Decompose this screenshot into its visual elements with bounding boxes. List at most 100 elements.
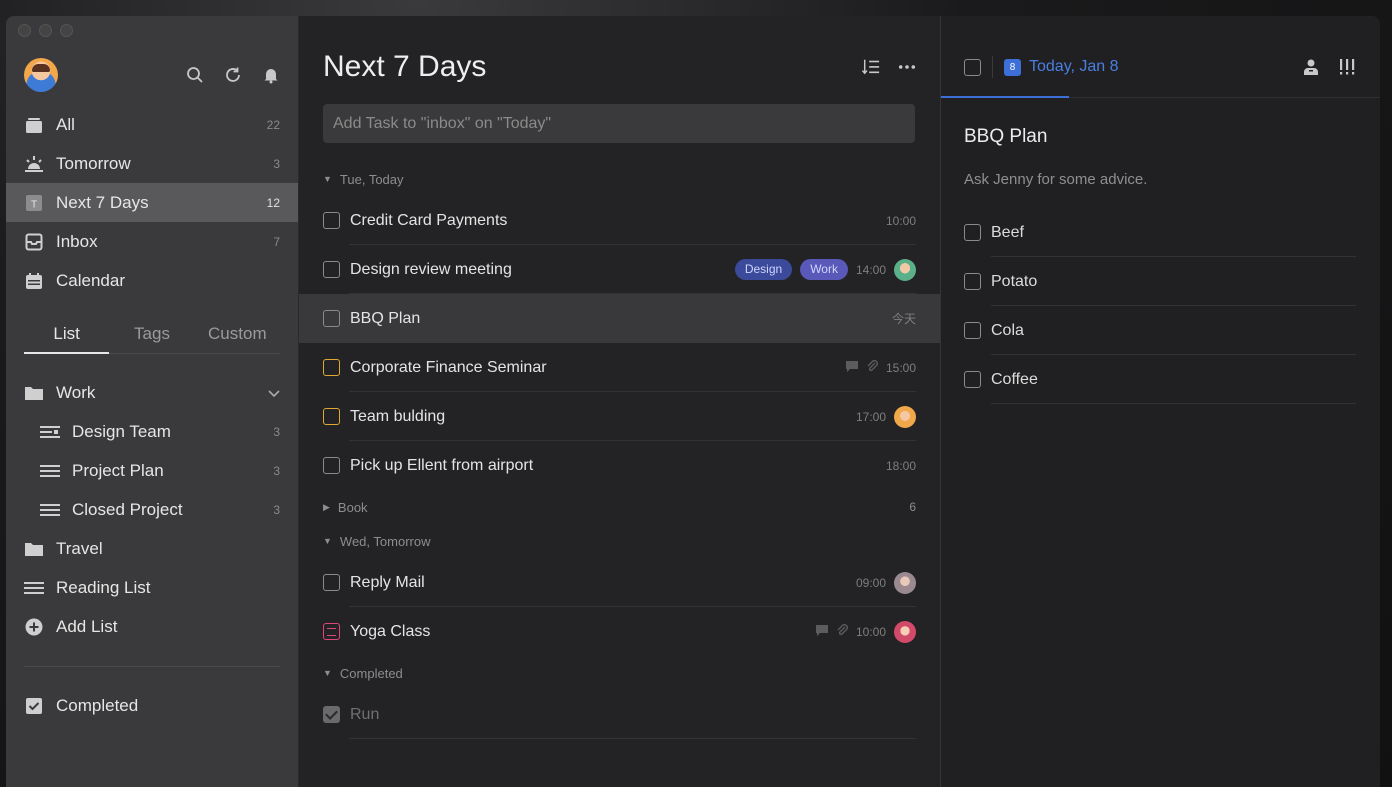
task-title: BBQ Plan	[350, 309, 421, 327]
tag-design[interactable]: Design	[734, 259, 793, 280]
bell-icon[interactable]	[262, 66, 280, 84]
task-row[interactable]: Credit Card Payments 10:00	[299, 196, 940, 245]
section-header-today[interactable]: ▼ Tue, Today	[299, 162, 940, 196]
sidebar-item-label: Inbox	[56, 231, 98, 251]
checklist-checkbox[interactable]	[964, 371, 981, 388]
task-row[interactable]: Yoga Class 10:00	[299, 607, 940, 656]
task-title: Yoga Class	[350, 622, 431, 640]
checklist-item[interactable]: Coffee	[964, 355, 1356, 404]
priority-icon[interactable]	[1338, 58, 1356, 76]
task-row[interactable]: Design review meeting Design Work 14:00	[299, 245, 940, 294]
close-window-button[interactable]	[18, 24, 31, 37]
item-count: 3	[273, 463, 280, 478]
divider	[991, 403, 1356, 404]
sidebar-item-closed-project[interactable]: Closed Project 3	[6, 490, 298, 529]
task-row[interactable]: Reply Mail 09:00	[299, 558, 940, 607]
checklist-checkbox[interactable]	[964, 322, 981, 339]
list-icon	[40, 500, 60, 520]
caret-right-icon: ▶	[323, 501, 330, 512]
checklist-label: Cola	[991, 321, 1024, 339]
checklist-label: Potato	[991, 272, 1038, 290]
task-checkbox[interactable]	[323, 261, 340, 278]
zoom-window-button[interactable]	[60, 24, 73, 37]
sidebar-item-label: All	[56, 114, 75, 134]
chevron-down-icon[interactable]	[268, 385, 280, 401]
assignee-avatar[interactable]	[894, 405, 916, 428]
sidebar-item-all[interactable]: All 22	[6, 105, 298, 144]
task-checkbox[interactable]	[323, 310, 340, 327]
task-row[interactable]: Corporate Finance Seminar 15:00	[299, 343, 940, 392]
sort-icon[interactable]	[862, 58, 880, 76]
task-checkbox[interactable]	[323, 212, 340, 229]
task-row-completed[interactable]: Run	[299, 690, 940, 739]
task-checkbox[interactable]	[323, 457, 340, 474]
task-title: Reply Mail	[350, 573, 425, 591]
task-checkbox-medium-priority[interactable]	[323, 408, 340, 425]
sidebar-item-next-7-days[interactable]: T Next 7 Days 12	[6, 183, 298, 222]
due-date-button[interactable]: 8 Today, Jan 8	[1004, 58, 1119, 76]
assignee-avatar[interactable]	[894, 258, 916, 281]
sidebar-item-inbox[interactable]: Inbox 7	[6, 222, 298, 261]
tag-work[interactable]: Work	[800, 259, 848, 280]
minimize-window-button[interactable]	[39, 24, 52, 37]
item-count: 3	[273, 424, 280, 439]
page-title: Next 7 Days	[323, 50, 487, 83]
task-row[interactable]: Team bulding 17:00	[299, 392, 940, 441]
add-list-button[interactable]: Add List	[6, 607, 298, 646]
completed-section: Completed	[6, 686, 298, 725]
sidebar-item-calendar[interactable]: Calendar	[6, 261, 298, 300]
task-checkbox[interactable]	[323, 574, 340, 591]
task-title: Credit Card Payments	[350, 211, 508, 229]
sidebar-item-label: Design Team	[72, 421, 171, 441]
task-time: 今天	[891, 312, 916, 326]
task-time: 18:00	[885, 458, 916, 473]
avatar[interactable]	[24, 58, 58, 92]
tab-list[interactable]: List	[24, 316, 110, 354]
sidebar-item-tomorrow[interactable]: Tomorrow 3	[6, 144, 298, 183]
checklist-item[interactable]: Beef	[964, 208, 1356, 257]
sidebar-item-label: Tomorrow	[56, 153, 131, 173]
sidebar-item-completed[interactable]: Completed	[6, 686, 298, 725]
checklist-item[interactable]: Potato	[964, 257, 1356, 306]
task-title: Corporate Finance Seminar	[350, 358, 547, 376]
sync-icon[interactable]	[224, 66, 242, 84]
tab-custom[interactable]: Custom	[195, 316, 280, 353]
task-title: Run	[350, 705, 380, 723]
week-icon: T	[24, 193, 44, 213]
task-detail-pane: 8 Today, Jan 8 BBQ Plan Ask Jenny for so…	[941, 16, 1380, 787]
sidebar-item-label: Project Plan	[72, 460, 164, 480]
comment-icon	[845, 360, 858, 375]
sidebar-tabs: List Tags Custom	[24, 316, 280, 354]
checklist-item[interactable]: Cola	[964, 306, 1356, 355]
task-list-pane: Next 7 Days ▼ Tue, Today Credit Card Pay…	[299, 16, 941, 787]
task-checkbox-medium-priority[interactable]	[323, 359, 340, 376]
assign-user-icon[interactable]	[1302, 58, 1320, 76]
task-row-selected[interactable]: BBQ Plan 今天	[299, 294, 940, 343]
task-row[interactable]: Pick up Ellent from airport 18:00	[299, 441, 940, 490]
task-checkbox-checked[interactable]	[323, 706, 340, 723]
list-icon	[24, 578, 44, 598]
detail-task-checkbox[interactable]	[964, 59, 981, 76]
list-icon	[40, 461, 60, 481]
sidebar-item-reading-list[interactable]: Reading List	[6, 568, 298, 607]
sidebar-item-design-team[interactable]: Design Team 3	[6, 412, 298, 451]
detail-task-description[interactable]: Ask Jenny for some advice.	[964, 171, 1147, 188]
detail-task-title[interactable]: BBQ Plan	[964, 126, 1047, 148]
tab-tags[interactable]: Tags	[109, 316, 194, 353]
section-header-book[interactable]: ▶ Book 6	[299, 490, 940, 524]
sidebar-item-travel[interactable]: Travel	[6, 529, 298, 568]
checklist-checkbox[interactable]	[964, 224, 981, 241]
section-header-tomorrow[interactable]: ▼ Wed, Tomorrow	[299, 524, 940, 558]
more-icon[interactable]	[898, 58, 916, 76]
section-header-completed[interactable]: ▼ Completed	[299, 656, 940, 690]
add-task-input[interactable]	[323, 104, 915, 143]
user-lists: Work Design Team 3 Project Plan 3 Closed…	[6, 373, 298, 646]
sidebar-item-project-plan[interactable]: Project Plan 3	[6, 451, 298, 490]
assignee-avatar[interactable]	[894, 571, 916, 594]
assignee-avatar[interactable]	[894, 620, 916, 643]
task-checkbox-high-priority[interactable]	[323, 623, 340, 640]
checklist-checkbox[interactable]	[964, 273, 981, 290]
sidebar-item-work[interactable]: Work	[6, 373, 298, 412]
search-icon[interactable]	[186, 66, 204, 84]
item-count: 3	[273, 156, 280, 171]
